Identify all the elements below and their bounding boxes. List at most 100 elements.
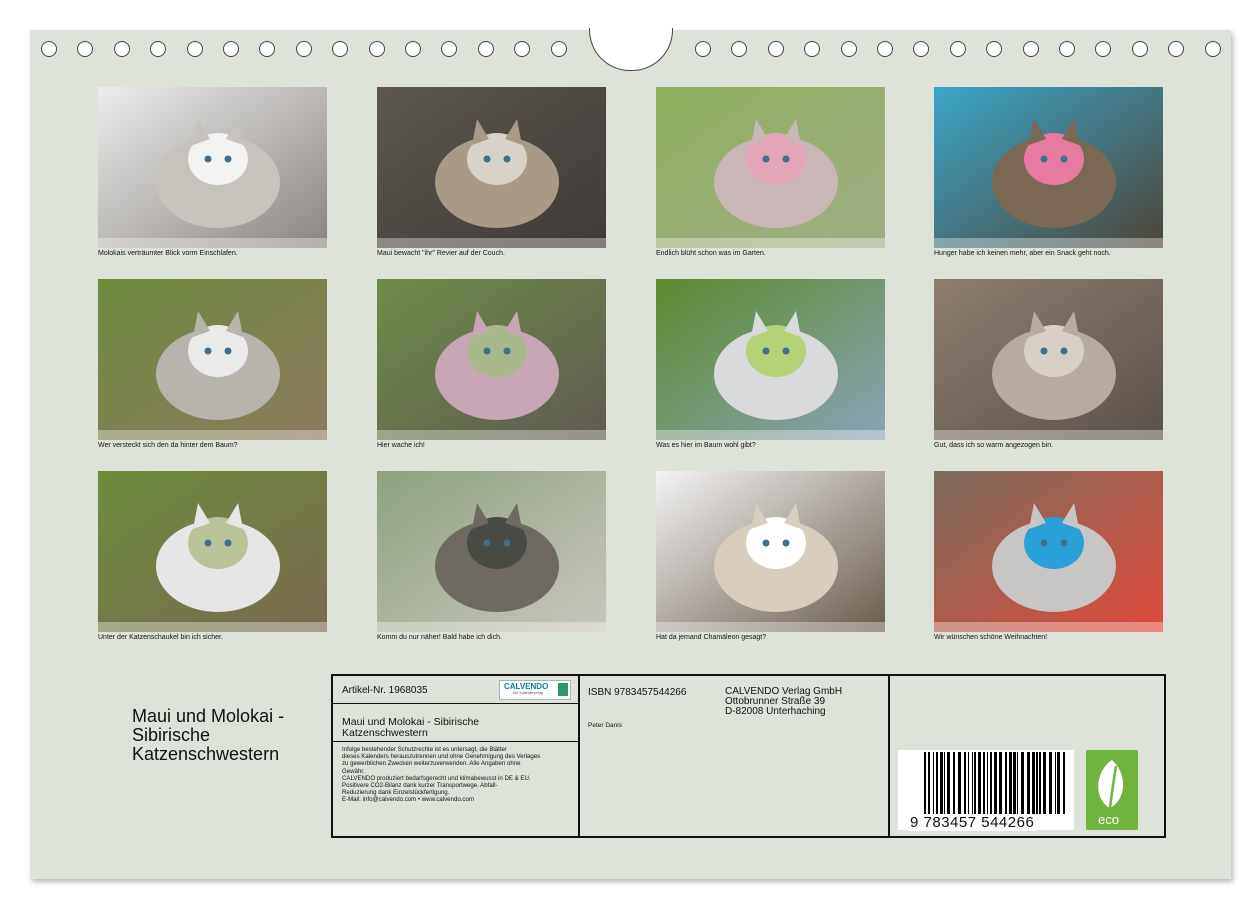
month-caption: Hier wache ich! bbox=[377, 442, 425, 449]
barcode-bar bbox=[1027, 752, 1030, 814]
legal-notice: Infolge bestehender Schutzrechte ist es … bbox=[342, 746, 540, 804]
logo-subtitle: Der Kalenderverlag bbox=[512, 691, 544, 695]
cat-photo-placeholder bbox=[98, 87, 327, 248]
barcode-bar bbox=[940, 752, 943, 814]
barcode-bar bbox=[1009, 752, 1012, 814]
calendar-strip bbox=[98, 622, 327, 632]
binding-hole bbox=[731, 41, 748, 57]
eco-label: eco bbox=[1098, 812, 1119, 827]
legal-line: dieses Kalenders herauszutrennen und ohn… bbox=[342, 753, 541, 761]
binding-hole bbox=[223, 41, 239, 57]
barcode-bar bbox=[928, 752, 930, 814]
barcode-bar bbox=[972, 752, 973, 814]
barcode-bar bbox=[987, 752, 988, 814]
barcode-bar bbox=[1063, 752, 1065, 814]
divider bbox=[333, 703, 578, 704]
month-photo bbox=[656, 471, 885, 632]
barcode-bar bbox=[947, 752, 950, 814]
month-caption: Wir wünschen schöne Weihnachten! bbox=[934, 634, 1048, 641]
barcode-number: 9 783457 544266 bbox=[908, 814, 1037, 831]
month-caption: Wer versteckt sich den da hinter dem Bau… bbox=[98, 442, 238, 449]
month-photo bbox=[656, 87, 885, 248]
month-photo bbox=[377, 279, 606, 440]
logo-mark-icon bbox=[558, 683, 568, 696]
barcode-bar bbox=[958, 752, 961, 814]
calendar-strip bbox=[656, 622, 885, 632]
month-caption: Hat da jemand Chamäleon gesagt? bbox=[656, 634, 767, 641]
month-photo bbox=[98, 471, 327, 632]
binding-hole bbox=[877, 41, 893, 57]
binding-hole bbox=[913, 41, 930, 57]
cat-photo-placeholder bbox=[656, 279, 885, 440]
legal-line: Positivere CO2-Bilanz dank kurzer Transp… bbox=[342, 782, 498, 790]
title-line: Katzenschwestern bbox=[132, 744, 280, 764]
cat-photo-placeholder bbox=[656, 471, 885, 632]
month-photo bbox=[98, 87, 327, 248]
product-info-box: Artikel-Nr. 1968035 CALVENDO Der Kalende… bbox=[331, 674, 1166, 838]
binding-hole bbox=[1204, 41, 1221, 57]
barcode-bar bbox=[936, 752, 938, 814]
barcode-bar bbox=[990, 752, 992, 814]
month-photo bbox=[656, 279, 885, 440]
legal-line: Reduzierung dank Einzelstückfertigung. bbox=[342, 789, 450, 797]
month-photo bbox=[377, 87, 606, 248]
barcode-bar bbox=[1013, 752, 1016, 814]
calendar-strip bbox=[934, 430, 1163, 440]
eco-badge: eco bbox=[1086, 750, 1138, 830]
barcode-bar bbox=[994, 752, 997, 814]
month-photo bbox=[98, 279, 327, 440]
calendar-strip bbox=[377, 238, 606, 248]
cat-photo-placeholder bbox=[377, 87, 606, 248]
barcode-bar bbox=[1032, 752, 1035, 814]
barcode-bar bbox=[968, 752, 969, 814]
calendar-strip bbox=[98, 238, 327, 248]
month-photo bbox=[377, 471, 606, 632]
divider bbox=[333, 741, 578, 742]
binding-hole bbox=[1059, 41, 1075, 57]
legal-line: Infolge bestehender Schutzrechte ist es … bbox=[342, 746, 507, 753]
title-line: Sibirische bbox=[132, 725, 211, 745]
author: Peter Danis bbox=[588, 722, 622, 729]
cat-photo-placeholder bbox=[934, 471, 1163, 632]
binding-hole bbox=[405, 41, 421, 57]
cat-photo-placeholder bbox=[98, 279, 327, 440]
binding-hole bbox=[1168, 41, 1185, 57]
barcode-bar bbox=[1043, 752, 1046, 814]
binding-hole bbox=[695, 41, 711, 57]
cat-photo-placeholder bbox=[98, 471, 327, 632]
binding-hole bbox=[986, 41, 1003, 57]
binding-hole bbox=[514, 41, 531, 57]
month-caption: Molokais verträumter Blick vorm Einschla… bbox=[98, 250, 238, 257]
barcode-bar bbox=[944, 752, 945, 814]
cat-photo-placeholder bbox=[377, 471, 606, 632]
binding-hole bbox=[441, 41, 458, 57]
month-caption: Maui bewacht "ihr" Revier auf der Couch. bbox=[377, 250, 505, 257]
barcode-bar bbox=[1055, 752, 1056, 814]
calendar-strip bbox=[98, 430, 327, 440]
binding-hole bbox=[1022, 41, 1039, 57]
title-line: Maui und Molokai - bbox=[132, 706, 285, 726]
binding-hole bbox=[477, 41, 494, 57]
binding-hole bbox=[150, 41, 167, 57]
binding-hole bbox=[949, 41, 966, 57]
barcode-bar bbox=[978, 752, 981, 814]
barcode-bar bbox=[1017, 752, 1018, 814]
divider bbox=[888, 676, 890, 836]
cat-photo-placeholder bbox=[377, 279, 606, 440]
binding-hole bbox=[550, 41, 567, 57]
barcode-bar bbox=[964, 752, 966, 814]
divider bbox=[578, 676, 580, 836]
month-caption: Gut, dass ich so warm angezogen bin. bbox=[934, 442, 1054, 449]
binding-hole bbox=[295, 41, 312, 57]
month-caption: Unter der Katzenschaukel bin ich sicher. bbox=[98, 634, 223, 641]
month-caption: Hunger habe ich keinen mehr, aber ein Sn… bbox=[934, 250, 1111, 257]
binding-hole bbox=[77, 41, 94, 57]
month-photo bbox=[934, 471, 1163, 632]
barcode-bar bbox=[974, 752, 976, 814]
binding-hole bbox=[41, 41, 57, 57]
barcode-bar bbox=[953, 752, 955, 814]
barcode-bar bbox=[924, 752, 926, 814]
binding-hole bbox=[259, 41, 276, 57]
barcode-bar bbox=[983, 752, 985, 814]
binding-hole bbox=[332, 41, 349, 57]
